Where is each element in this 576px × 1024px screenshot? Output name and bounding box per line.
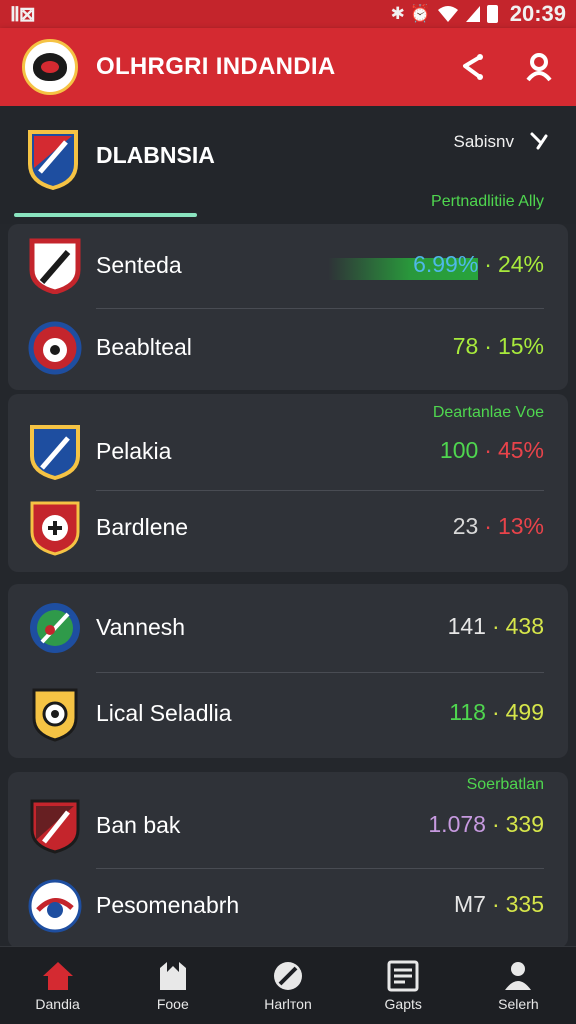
nav-item-scores[interactable]: Gapts <box>346 947 461 1024</box>
team-name: Bardlene <box>96 514 189 540</box>
stat-value: 141 <box>447 613 486 639</box>
nav-label: Harlтоn <box>264 995 312 1012</box>
notification-icons: ✱ ⏰ <box>390 4 431 23</box>
home-icon <box>42 961 73 990</box>
app-bar: OLHRGRI INDANDIA <box>0 28 576 106</box>
stat-value: 78 <box>452 333 479 359</box>
team-name: Sentedа <box>96 252 182 278</box>
active-tab-indicator <box>14 213 197 217</box>
stat-value: 1.078 <box>428 811 486 837</box>
team-stat: M7 · 335 <box>454 891 544 918</box>
nav-item-matches[interactable]: Harlтоn <box>230 947 345 1024</box>
app-logo <box>22 39 78 95</box>
nav-label: Dandia <box>35 995 80 1012</box>
stat-separator: · <box>491 613 500 639</box>
team-stat: 100 · 45% <box>440 437 544 464</box>
user-icon <box>526 53 552 82</box>
stat-delta: 45% <box>497 437 544 463</box>
team-name: Beabltеal <box>96 334 192 360</box>
team-crest-icon <box>30 799 80 854</box>
share-button[interactable] <box>456 52 486 82</box>
team-row[interactable]: Sentedа 6.99% · 24% <box>8 226 568 306</box>
team-row[interactable]: Pesomenabrh M7 · 335 <box>8 866 568 946</box>
stat-delta: 339 <box>505 811 544 837</box>
team-stat: 23 · 13% <box>453 513 544 540</box>
team-row[interactable]: Ban bak 1.078 · 339 <box>8 786 568 866</box>
stat-delta: 24% <box>497 251 544 277</box>
stat-value: 6.99% <box>413 251 479 277</box>
team-name: Pelakia <box>96 438 172 464</box>
team-crest-icon <box>30 425 80 480</box>
nav-item-profile[interactable]: Selerh <box>461 947 576 1024</box>
profile-button[interactable] <box>524 52 554 82</box>
wifi-icon <box>437 6 458 22</box>
team-crest-icon <box>30 603 80 653</box>
league-name: DLABNSIA <box>96 142 215 168</box>
nav-item-home[interactable]: Dandia <box>0 947 115 1024</box>
bottom-navigation: Dandia Fooe Harlтоn Gapts Selerh <box>0 946 576 1024</box>
team-crest-icon <box>32 688 78 742</box>
team-name: Ban bak <box>96 812 181 838</box>
team-card: Soerbatlan Ban bak 1.078 · 339 Pesomenab… <box>8 772 568 948</box>
stat-delta: 499 <box>505 699 544 725</box>
team-row[interactable]: Bardlene 23 · 13% <box>8 488 568 568</box>
stat-separator: · <box>484 437 492 463</box>
stat-separator: · <box>491 891 500 917</box>
status-bar: Ⅱ⊠ ✱ ⏰ 20:39 <box>0 0 576 28</box>
signal-icon <box>465 6 480 22</box>
battery-icon <box>486 5 498 23</box>
stat-value: 23 <box>452 513 479 539</box>
nav-label: Fooe <box>156 995 189 1012</box>
divider <box>96 672 544 673</box>
team-card: Sentedа 6.99% · 24% Beabltеal 78 · 15% <box>8 224 568 390</box>
team-stat: 118 · 499 <box>449 699 544 726</box>
team-stat: 141 · 438 <box>448 613 544 640</box>
stat-value: 100 <box>439 437 479 463</box>
expand-icon[interactable] <box>528 130 550 152</box>
team-card: Vannesh 141 · 438 Lical Seladlia 118 · 4… <box>8 584 568 758</box>
team-card: Deartanlaе Vоe Pelakia 100 · 45% Bardlen… <box>8 394 568 572</box>
team-crest-icon <box>28 321 82 375</box>
stat-separator: · <box>484 513 492 539</box>
stat-separator: · <box>491 811 500 837</box>
profile-icon <box>505 961 532 990</box>
status-time: 20:39 <box>509 1 566 26</box>
team-stat: 1.078 · 339 <box>428 811 544 838</box>
stat-delta: 335 <box>505 891 544 917</box>
season-selector[interactable]: Sabisnv <box>454 132 514 152</box>
team-name: Lical Seladlia <box>96 700 232 726</box>
nav-label: Selerh <box>498 995 539 1012</box>
stat-separator: · <box>484 251 492 277</box>
scoreboard-icon <box>387 960 419 991</box>
stat-delta: 15% <box>497 333 544 359</box>
sim-indicator: Ⅱ⊠ <box>10 3 36 26</box>
team-row[interactable]: Beabltеal 78 · 15% <box>8 308 568 388</box>
team-crest-icon <box>30 501 80 556</box>
team-crest-icon <box>28 879 82 933</box>
app-title: OLHRGRI INDANDIA <box>96 53 336 80</box>
team-stat: 6.99% · 24% <box>413 251 544 278</box>
stat-delta: 13% <box>497 513 544 539</box>
ball-icon <box>274 961 302 990</box>
team-row[interactable]: Lical Seladlia 118 · 499 <box>8 674 568 754</box>
stat-value: M7 <box>454 891 486 917</box>
team-row[interactable]: Vannesh 141 · 438 <box>8 588 568 668</box>
nav-item-stadium[interactable]: Fooe <box>115 947 230 1024</box>
stat-separator: · <box>484 333 492 359</box>
performance-link[interactable]: Pertnadlitiie Ally <box>431 193 544 211</box>
stadium-icon <box>159 961 186 990</box>
share-icon <box>463 54 483 80</box>
nav-label: Gapts <box>384 995 422 1012</box>
team-row[interactable]: Pelakia 100 · 45% <box>8 412 568 492</box>
league-crest-icon <box>28 130 78 190</box>
team-name: Pesomenabrh <box>96 892 240 918</box>
stat-separator: · <box>491 699 500 725</box>
team-stat: 78 · 15% <box>453 333 544 360</box>
team-crest-icon <box>29 238 81 294</box>
team-name: Vannesh <box>96 614 186 640</box>
stat-delta: 438 <box>505 613 544 639</box>
stat-value: 118 <box>449 699 486 725</box>
